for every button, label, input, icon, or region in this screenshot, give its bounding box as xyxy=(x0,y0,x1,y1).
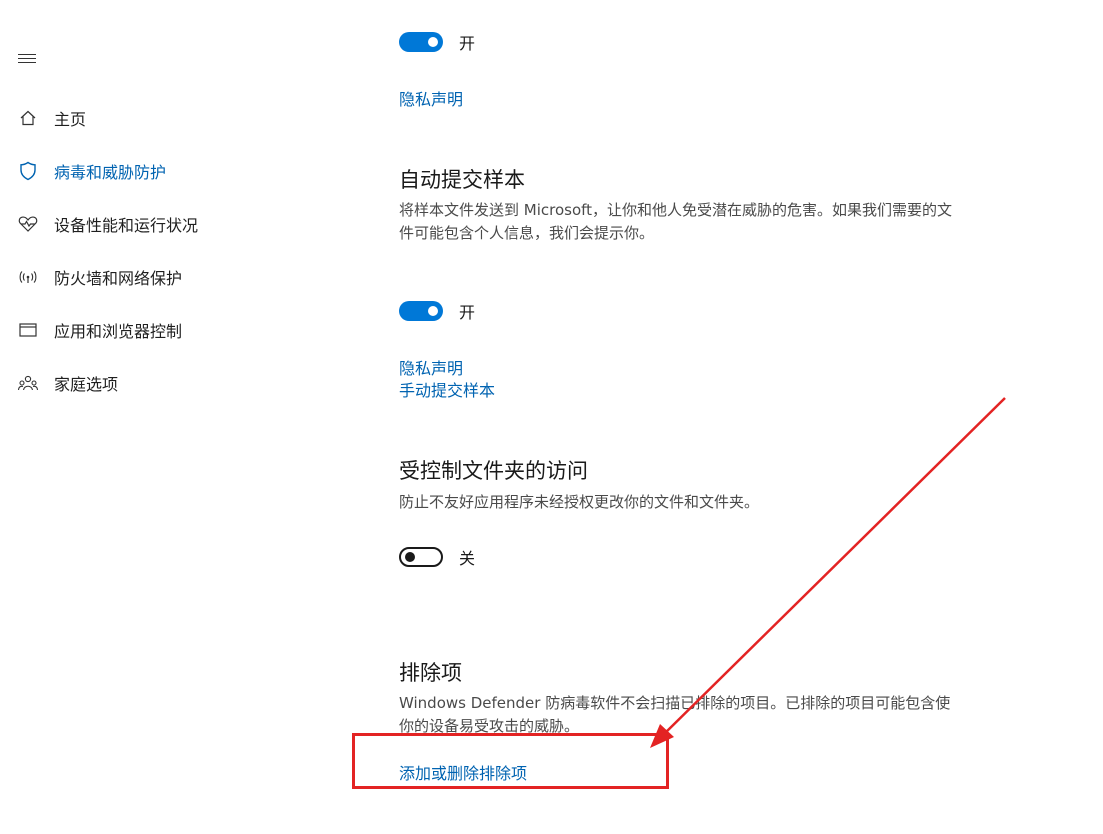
toggle-state-label: 关 xyxy=(459,549,476,568)
sidebar-item-label: 家庭选项 xyxy=(54,375,119,394)
shield-icon xyxy=(17,160,39,182)
sidebar-item-app-browser-control[interactable]: 应用和浏览器控制 xyxy=(0,315,320,345)
sidebar-item-family-options[interactable]: 家庭选项 xyxy=(0,368,320,398)
wifi-antenna-icon xyxy=(17,266,39,288)
privacy-statement-link[interactable]: 隐私声明 xyxy=(399,355,463,379)
toggle-state-label: 开 xyxy=(459,303,476,322)
family-icon xyxy=(17,372,39,394)
sidebar-item-label: 防火墙和网络保护 xyxy=(54,269,183,288)
home-icon xyxy=(17,107,39,129)
sidebar-item-device-performance[interactable]: 设备性能和运行状况 xyxy=(0,209,320,239)
privacy-statement-link[interactable]: 隐私声明 xyxy=(399,86,463,110)
exclusions-description: Windows Defender 防病毒软件不会扫描已排除的项目。已排除的项目可… xyxy=(399,694,951,735)
sidebar-item-label: 病毒和威胁防护 xyxy=(54,163,167,182)
sidebar-item-label: 应用和浏览器控制 xyxy=(54,322,183,341)
sidebar-item-firewall-network[interactable]: 防火墙和网络保护 xyxy=(0,262,320,292)
toggle-state-label: 开 xyxy=(459,34,476,53)
heart-pulse-icon xyxy=(17,213,39,235)
sidebar-item-virus-threat-protection[interactable]: 病毒和威胁防护 xyxy=(0,156,320,186)
toggle-knob xyxy=(405,552,415,562)
controlled-folder-toggle-row: 关 xyxy=(399,545,475,569)
sidebar: 主页 病毒和威胁防护 设备性能和运行状况 防火墙和网络保护 应用和浏览器控制 家… xyxy=(0,0,330,834)
auto-sample-description: 将样本文件发送到 Microsoft，让你和他人免受潜在威胁的危害。如果我们需要… xyxy=(399,201,953,242)
toggle-knob xyxy=(428,37,438,47)
controlled-folder-title: 受控制文件夹的访问 xyxy=(399,459,588,483)
controlled-folder-toggle[interactable] xyxy=(399,547,443,567)
controlled-folder-description: 防止不友好应用程序未经授权更改你的文件和文件夹。 xyxy=(399,493,760,511)
toggle-knob xyxy=(428,306,438,316)
hamburger-menu-icon[interactable] xyxy=(18,52,38,66)
browser-window-icon xyxy=(17,319,39,341)
auto-sample-title: 自动提交样本 xyxy=(399,168,525,192)
cloud-protection-toggle[interactable] xyxy=(399,32,443,52)
sidebar-item-home[interactable]: 主页 xyxy=(0,103,320,133)
exclusions-title: 排除项 xyxy=(399,661,462,685)
windows-security-settings-page: 主页 病毒和威胁防护 设备性能和运行状况 防火墙和网络保护 应用和浏览器控制 家… xyxy=(0,0,1103,834)
main-content: 开 隐私声明 自动提交样本 将样本文件发送到 Microsoft，让你和他人免受… xyxy=(399,0,999,834)
sidebar-item-label: 主页 xyxy=(54,110,87,129)
auto-sample-toggle[interactable] xyxy=(399,301,443,321)
manual-submit-sample-link[interactable]: 手动提交样本 xyxy=(399,377,495,401)
top-toggle-row: 开 xyxy=(399,30,475,54)
auto-sample-toggle-row: 开 xyxy=(399,299,475,323)
annotation-highlight-box xyxy=(352,733,669,789)
sidebar-item-label: 设备性能和运行状况 xyxy=(54,216,199,235)
